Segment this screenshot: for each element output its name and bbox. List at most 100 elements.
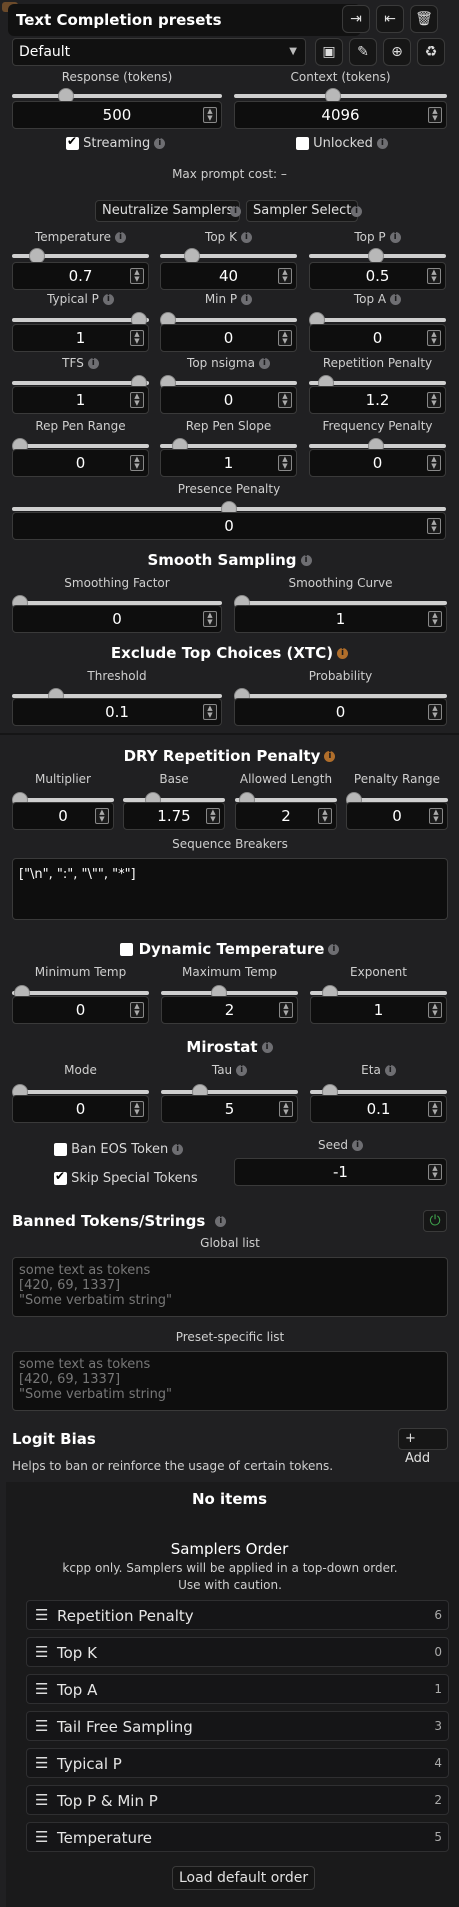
tfs-input[interactable]: 1 ▲ ▼ xyxy=(12,386,149,414)
top-k-slider[interactable] xyxy=(160,254,297,258)
min-temp-input[interactable]: 0 ▲ ▼ xyxy=(12,996,149,1024)
mirostat-tau-label: Tau i xyxy=(161,1063,298,1077)
max-prompt-cost: Max prompt cost: – xyxy=(172,167,287,181)
dynamic-temperature-checkbox[interactable] xyxy=(119,943,133,956)
streaming-checkbox[interactable] xyxy=(66,134,79,150)
neutralize-samplers-button[interactable]: Neutralize Samplers xyxy=(95,200,241,222)
unlocked-toggle[interactable]: Unlocked i xyxy=(296,136,388,151)
new-file-icon[interactable]: ⊕ xyxy=(383,38,411,66)
freq-pen-input[interactable]: 0 ▲ ▼ xyxy=(309,449,446,477)
logit-bias-add-button[interactable]: + Add xyxy=(398,1428,448,1466)
skip-special-checkbox[interactable] xyxy=(54,1169,67,1185)
chevron-down-icon: ▼ xyxy=(289,46,297,57)
ban-eos-toggle[interactable]: Ban EOS Token i xyxy=(54,1142,184,1157)
save-icon[interactable]: ▣ xyxy=(315,38,343,66)
dry-multiplier-label: Multiplier xyxy=(35,772,91,786)
ban-eos-label: Ban EOS Token xyxy=(71,1142,169,1157)
pencil-icon[interactable]: ✎ xyxy=(349,38,377,66)
min-temp-slider[interactable] xyxy=(12,991,149,995)
skip-special-toggle[interactable]: Skip Special Tokens xyxy=(54,1169,198,1186)
sampler-row[interactable]: ☰ Repetition Penalty 6 xyxy=(26,1600,449,1630)
spinner-icon[interactable]: ▲ ▼ xyxy=(428,107,442,123)
import-icon[interactable]: ⇥ xyxy=(342,5,370,33)
dry-base-label: Base xyxy=(159,772,189,786)
mirostat-mode-input[interactable]: 0 ▲ ▼ xyxy=(12,1095,149,1123)
mirostat-eta-input[interactable]: 0.1 ▲ ▼ xyxy=(310,1095,447,1123)
seed-input[interactable]: -1 ▲ ▼ xyxy=(234,1158,447,1186)
sampler-row[interactable]: ☰ Top K0 xyxy=(26,1637,449,1667)
rep-pen-range-input[interactable]: 0 ▲ ▼ xyxy=(12,449,149,477)
top-a-input[interactable]: 0 ▲ ▼ xyxy=(309,324,446,352)
top-p-input[interactable]: 0.5 ▲ ▼ xyxy=(309,262,446,290)
smoothing-curve-input[interactable]: 1 ▲ ▼ xyxy=(234,605,447,633)
trash-icon[interactable]: 🗑 xyxy=(410,5,438,33)
rep-pen-input[interactable]: 1.2 ▲ ▼ xyxy=(309,386,446,414)
dry-penalty-range-input[interactable]: 0 ▲ ▼ xyxy=(346,802,448,830)
min-p-slider[interactable] xyxy=(160,318,297,322)
min-p-input[interactable]: 0 ▲ ▼ xyxy=(160,324,297,352)
context-input[interactable]: 4096 ▲ ▼ xyxy=(234,101,447,129)
preset-select[interactable]: Default ▼ xyxy=(12,38,306,66)
top-k-input[interactable]: 40 ▲ ▼ xyxy=(160,262,297,290)
exponent-label: Exponent xyxy=(350,965,407,979)
mirostat-mode-label: Mode xyxy=(64,1063,97,1077)
sampler-row[interactable]: ☰ Top P & Min P2 xyxy=(26,1785,449,1815)
top-nsigma-input[interactable]: 0 ▲ ▼ xyxy=(160,386,297,414)
power-toggle-icon[interactable]: ⏻ xyxy=(423,1210,447,1232)
xtc-threshold-input[interactable]: 0.1 ▲ ▼ xyxy=(12,698,222,726)
min-temp-label: Minimum Temp xyxy=(34,965,127,979)
info-icon: i xyxy=(154,138,166,149)
temperature-input[interactable]: 0.7 ▲ ▼ xyxy=(12,262,149,290)
spinner-icon[interactable]: ▲ ▼ xyxy=(203,107,217,123)
export-icon[interactable]: ⇤ xyxy=(376,5,404,33)
preset-list-input[interactable]: some text as tokens [420, 69, 1337] "Som… xyxy=(12,1351,448,1411)
dry-multiplier-input[interactable]: 0 ▲ ▼ xyxy=(12,802,114,830)
mirostat-title: Mirostat i xyxy=(0,1038,459,1056)
response-slider[interactable] xyxy=(12,94,222,98)
spinner-icon: ▲ ▼ xyxy=(429,808,443,824)
sampler-select-button[interactable]: Sampler Select xyxy=(246,200,359,222)
info-icon: i xyxy=(328,944,340,955)
sampler-row[interactable]: ☰ Temperature 5 xyxy=(26,1822,449,1852)
skip-special-label: Skip Special Tokens xyxy=(71,1171,198,1186)
top-a-slider[interactable] xyxy=(309,318,446,322)
sampler-row[interactable]: ☰ Top A1 xyxy=(26,1674,449,1704)
info-icon: i xyxy=(215,1216,227,1227)
spinner-icon: ▲ ▼ xyxy=(130,268,144,284)
typical-p-slider[interactable] xyxy=(12,318,149,322)
max-temp-input[interactable]: 2 ▲ ▼ xyxy=(161,996,298,1024)
sampler-row[interactable]: ☰ Typical P4 xyxy=(26,1748,449,1778)
presence-pen-input[interactable]: 0 ▲ ▼ xyxy=(12,512,446,540)
sequence-breakers-input[interactable]: ["\n", ":", "\"", "*"] xyxy=(12,858,448,920)
top-nsigma-slider[interactable] xyxy=(160,381,297,385)
smoothing-factor-input[interactable]: 0 ▲ ▼ xyxy=(12,605,222,633)
unlocked-checkbox[interactable] xyxy=(296,137,309,150)
global-list-input[interactable]: some text as tokens [420, 69, 1337] "Som… xyxy=(12,1257,448,1317)
mirostat-tau-input[interactable]: 5 ▲ ▼ xyxy=(161,1095,298,1123)
typical-p-input[interactable]: 1 ▲ ▼ xyxy=(12,324,149,352)
ban-eos-checkbox[interactable] xyxy=(54,1143,67,1156)
xtc-probability-input[interactable]: 0 ▲ ▼ xyxy=(234,698,447,726)
info-icon: i xyxy=(87,358,99,369)
response-label: Response (tokens) xyxy=(61,70,173,84)
rep-pen-range-slider[interactable] xyxy=(12,444,149,448)
spinner-icon: ▲ ▼ xyxy=(203,611,217,627)
mirostat-tau-slider[interactable] xyxy=(161,1090,298,1094)
drag-handle-icon: ☰ xyxy=(35,1717,49,1735)
exponent-input[interactable]: 1 ▲ ▼ xyxy=(310,996,447,1024)
rep-pen-slope-input[interactable]: 1 ▲ ▼ xyxy=(160,449,297,477)
max-temp-slider[interactable] xyxy=(161,991,298,995)
dry-allowed-length-input[interactable]: 2 ▲ ▼ xyxy=(235,802,337,830)
unlocked-label: Unlocked xyxy=(313,136,373,151)
mirostat-mode-slider[interactable] xyxy=(12,1090,149,1094)
streaming-toggle[interactable]: Streamingi xyxy=(66,134,166,151)
sampler-row[interactable]: ☰ Tail Free Sampling 3 xyxy=(26,1711,449,1741)
spinner-icon: ▲ ▼ xyxy=(278,268,292,284)
tfs-slider[interactable] xyxy=(12,381,149,385)
load-default-order-button[interactable]: Load default order xyxy=(172,1866,316,1890)
recycle-icon[interactable]: ♻ xyxy=(417,38,445,66)
samplers-order-title: Samplers Order xyxy=(170,1540,289,1558)
dry-base-input[interactable]: 1.75 ▲ ▼ xyxy=(123,802,225,830)
response-input[interactable]: 500 ▲ ▼ xyxy=(12,101,222,129)
drag-handle-icon: ☰ xyxy=(35,1606,49,1624)
